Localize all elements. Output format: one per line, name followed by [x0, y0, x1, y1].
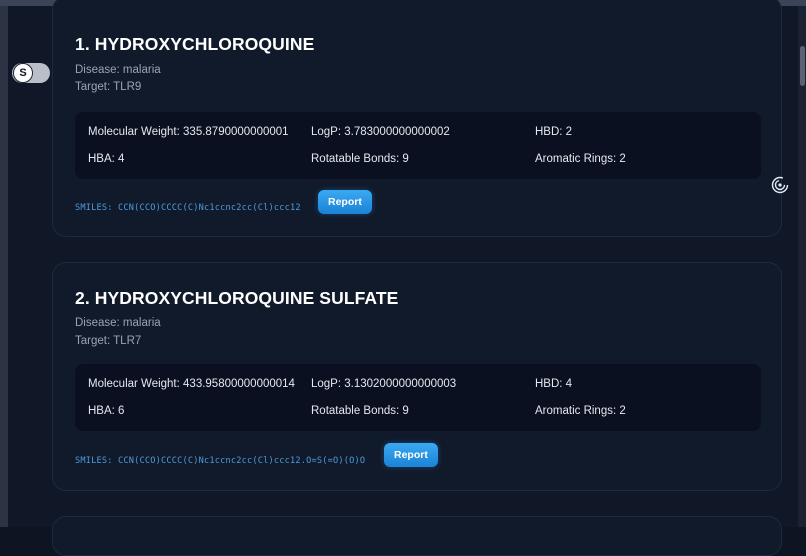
- compound-card: [52, 516, 782, 556]
- report-button[interactable]: Report: [384, 443, 438, 467]
- extension-toggle[interactable]: S: [12, 63, 50, 83]
- left-edge: [0, 6, 8, 527]
- compound-target: Target: TLR9: [75, 81, 142, 93]
- compound-title: 1. HYDROXYCHLOROQUINE: [75, 34, 315, 54]
- properties-panel: Molecular Weight: 433.95800000000014 Log…: [75, 364, 761, 431]
- s-logo-icon: S: [13, 63, 33, 83]
- aromatic-rings: Aromatic Rings: 2: [535, 405, 626, 417]
- logp: LogP: 3.1302000000000003: [311, 378, 457, 390]
- compound-card: 2. HYDROXYCHLOROQUINE SULFATE Disease: m…: [52, 262, 782, 491]
- hbd: HBD: 2: [535, 126, 573, 138]
- report-button[interactable]: Report: [318, 190, 372, 214]
- aromatic-rings: Aromatic Rings: 2: [535, 153, 626, 165]
- smiles-string: SMILES: CCN(CCO)CCCC(C)Nc1ccnc2cc(Cl)ccc…: [75, 456, 366, 466]
- smiles-string: SMILES: CCN(CCO)CCCC(C)Nc1ccnc2cc(Cl)ccc…: [75, 203, 301, 213]
- vertical-scrollbar[interactable]: [798, 6, 806, 527]
- spiral-icon[interactable]: [771, 176, 789, 194]
- results-page: 1. HYDROXYCHLOROQUINE Disease: malaria T…: [8, 0, 798, 556]
- hba: HBA: 4: [88, 153, 125, 165]
- logp: LogP: 3.783000000000002: [311, 126, 450, 138]
- molecular-weight: Molecular Weight: 335.8790000000001: [88, 126, 289, 138]
- rotatable-bonds: Rotatable Bonds: 9: [311, 405, 409, 417]
- properties-panel: Molecular Weight: 335.8790000000001 LogP…: [75, 112, 761, 179]
- compound-disease: Disease: malaria: [75, 317, 161, 329]
- rotatable-bonds: Rotatable Bonds: 9: [311, 153, 409, 165]
- compound-target: Target: TLR7: [75, 335, 142, 347]
- compound-disease: Disease: malaria: [75, 64, 161, 76]
- molecular-weight: Molecular Weight: 433.95800000000014: [88, 378, 295, 390]
- compound-title: 2. HYDROXYCHLOROQUINE SULFATE: [75, 288, 399, 308]
- hbd: HBD: 4: [535, 378, 573, 390]
- compound-card: 1. HYDROXYCHLOROQUINE Disease: malaria T…: [52, 0, 782, 237]
- hba: HBA: 6: [88, 405, 125, 417]
- scrollbar-thumb[interactable]: [800, 46, 805, 86]
